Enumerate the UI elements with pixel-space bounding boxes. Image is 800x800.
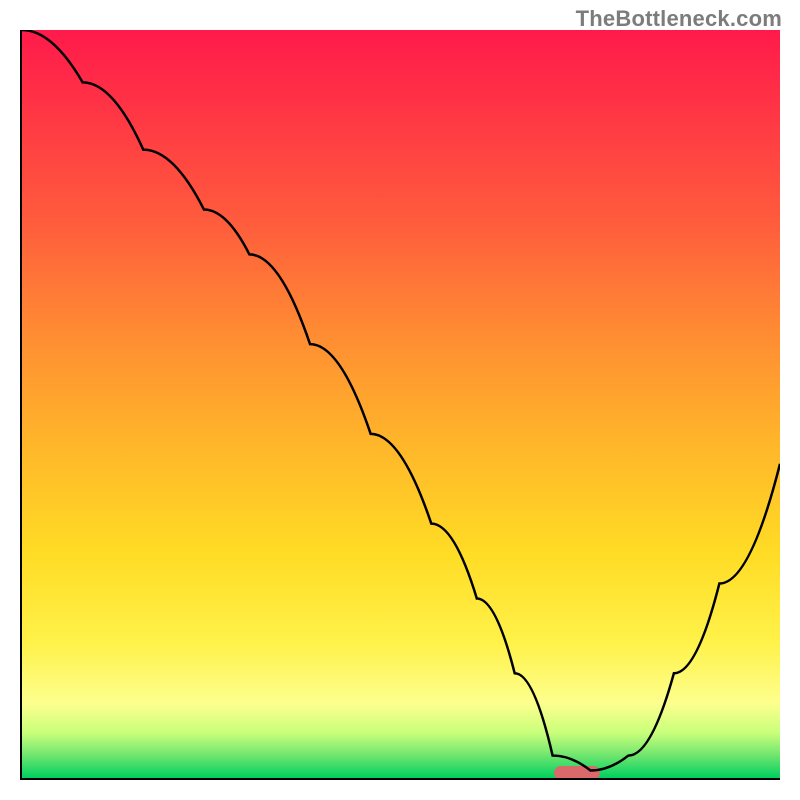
plot-area [20, 30, 780, 780]
bottleneck-chart: TheBottleneck.com [0, 0, 800, 800]
gradient-background [22, 30, 780, 778]
watermark-text: TheBottleneck.com [576, 6, 782, 32]
optimal-range-marker [554, 766, 600, 780]
